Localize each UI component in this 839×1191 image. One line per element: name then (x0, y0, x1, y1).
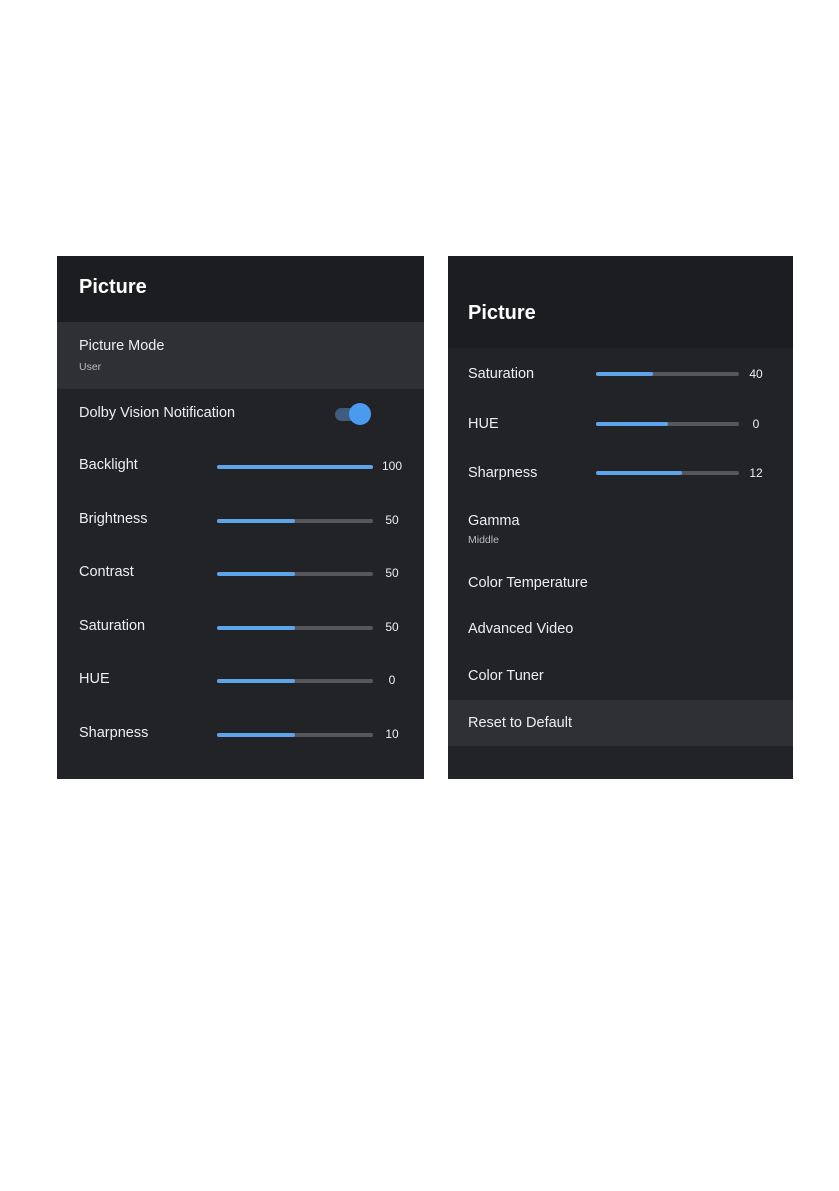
title-bar: Picture (57, 256, 424, 322)
slider-fill (217, 518, 295, 523)
backlight-label: Backlight (79, 457, 138, 473)
slider-fill (217, 572, 295, 577)
title-bar: Picture (448, 256, 793, 348)
saturation-item[interactable]: Saturation 40 (448, 351, 793, 397)
sharpness-slider[interactable] (596, 471, 739, 475)
gamma-label: Gamma (468, 513, 520, 529)
sharpness-item[interactable]: Sharpness 10 (57, 707, 424, 757)
color-tuner-item[interactable]: Color Tuner (448, 654, 793, 698)
hue-slider[interactable] (217, 679, 373, 684)
sharpness-item[interactable]: Sharpness 12 (448, 450, 793, 496)
slider-fill (217, 465, 373, 469)
backlight-value: 100 (381, 459, 403, 473)
hue-slider[interactable] (596, 421, 739, 426)
reset-to-default-label: Reset to Default (468, 715, 572, 731)
saturation-item[interactable]: Saturation 50 (57, 600, 424, 650)
saturation-slider[interactable] (596, 372, 739, 376)
hue-label: HUE (79, 671, 110, 688)
brightness-item[interactable]: Brightness 50 (57, 493, 424, 543)
picture-mode-value: User (79, 361, 102, 373)
sharpness-label: Sharpness (79, 725, 149, 741)
saturation-label: Saturation (79, 617, 146, 634)
gamma-value: Middle (468, 534, 499, 546)
color-temperature-item[interactable]: Color Temperature (448, 561, 793, 605)
hue-item[interactable]: HUE 0 (57, 653, 424, 703)
brightness-slider[interactable] (217, 518, 373, 523)
sharpness-label: Sharpness (468, 465, 538, 481)
saturation-value: 40 (749, 367, 763, 381)
picture-mode-label: Picture Mode (79, 338, 165, 354)
saturation-label: Saturation (468, 366, 535, 382)
brightness-value: 50 (385, 512, 399, 527)
page-title: Picture (79, 276, 147, 298)
advanced-video-label: Advanced Video (468, 621, 574, 637)
contrast-value: 50 (385, 566, 399, 581)
backlight-item[interactable]: Backlight 100 (57, 439, 424, 489)
color-temperature-label: Color Temperature (468, 575, 588, 591)
hue-label: HUE (468, 415, 499, 432)
sharpness-value: 10 (385, 727, 399, 741)
slider-fill (217, 679, 295, 684)
saturation-value: 50 (385, 619, 399, 634)
slider-fill (596, 372, 654, 376)
hue-value: 0 (388, 673, 396, 688)
dolby-vision-toggle[interactable] (335, 403, 371, 425)
gamma-item[interactable]: Gamma Middle (448, 503, 793, 553)
contrast-slider[interactable] (217, 572, 373, 577)
advanced-video-item[interactable]: Advanced Video (448, 607, 793, 651)
toggle-knob (349, 403, 371, 425)
hue-value: 0 (752, 416, 760, 431)
slider-fill (217, 625, 295, 630)
slider-fill (596, 471, 682, 475)
sharpness-value: 12 (749, 466, 763, 480)
slider-fill (596, 421, 668, 426)
page-title: Picture (468, 302, 536, 324)
contrast-label: Contrast (79, 564, 134, 581)
sharpness-slider[interactable] (217, 733, 373, 737)
saturation-slider[interactable] (217, 625, 373, 630)
picture-menu-right: Picture Gamma Middle Color Temperature A… (448, 256, 793, 779)
hue-item[interactable]: HUE 0 (448, 401, 793, 447)
backlight-slider[interactable] (217, 465, 373, 469)
contrast-item[interactable]: Contrast 50 (57, 546, 424, 596)
picture-mode-item[interactable]: Picture Mode User (57, 322, 424, 389)
reset-to-default-item[interactable]: Reset to Default (448, 700, 793, 746)
brightness-label: Brightness (79, 510, 148, 527)
picture-menu-left: Picture Picture Mode User Dolby Vision N… (57, 256, 424, 779)
slider-fill (217, 733, 295, 737)
dolby-vision-notification-item[interactable]: Dolby Vision Notification (57, 389, 424, 439)
color-tuner-label: Color Tuner (468, 668, 544, 684)
dolby-vision-notification-label: Dolby Vision Notification (79, 405, 236, 421)
